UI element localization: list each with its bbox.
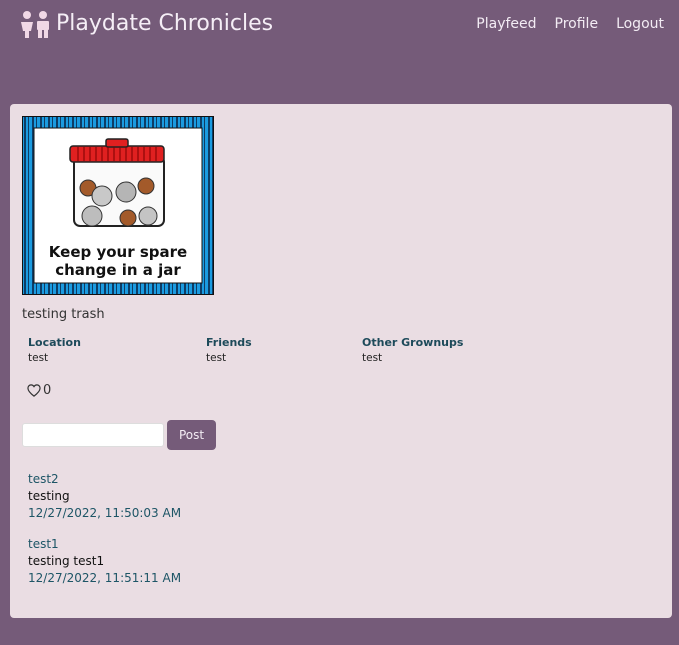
brand-title: Playdate Chronicles [56,11,274,36]
children-icon [21,11,49,38]
brand-link[interactable]: Playdate Chronicles [18,9,273,39]
detail-other-grownups: Other Grownups test [362,336,463,366]
comment-text: testing test1 [28,554,105,568]
image-caption-line1: Keep your spare [49,243,187,261]
coin-jar-icon [69,138,165,227]
image-caption-line2: change in a jar [55,261,181,279]
comment-timestamp: 12/27/2022, 11:50:03 AM [28,506,182,520]
comment-item: test1 testing test1 12/27/2022, 11:51:11… [28,536,181,587]
nav-links: Playfeed Profile Logout [476,16,664,32]
detail-location: Location test [28,336,81,366]
nav-link-profile[interactable]: Profile [555,16,599,32]
detail-label: Other Grownups [362,336,464,349]
comment-timestamp: 12/27/2022, 11:51:11 AM [28,571,182,585]
comment-author[interactable]: test2 [28,471,181,488]
like-count: 0 [43,383,52,398]
post-image: Keep your spare change in a jar [22,116,214,295]
nav-link-playfeed[interactable]: Playfeed [476,16,536,32]
detail-label: Friends [206,336,252,349]
comment-input[interactable] [22,423,164,447]
post-card: Keep your spare change in a jar testing … [10,104,672,618]
post-title: testing trash [22,307,105,322]
heart-icon [27,384,41,397]
comment-author[interactable]: test1 [28,536,181,553]
comment-text: testing [28,489,70,503]
nav-link-logout[interactable]: Logout [616,16,664,32]
post-comment-button[interactable]: Post [167,420,216,450]
top-navbar: Playdate Chronicles Playfeed Profile Log… [0,0,679,52]
detail-label: Location [28,336,81,349]
detail-value: test [206,352,227,364]
like-button[interactable]: 0 [27,383,51,398]
detail-value: test [362,352,383,364]
detail-friends: Friends test [206,336,252,366]
detail-value: test [28,352,49,364]
comment-item: test2 testing 12/27/2022, 11:50:03 AM [28,471,181,522]
comment-list: test2 testing 12/27/2022, 11:50:03 AM te… [28,471,181,601]
